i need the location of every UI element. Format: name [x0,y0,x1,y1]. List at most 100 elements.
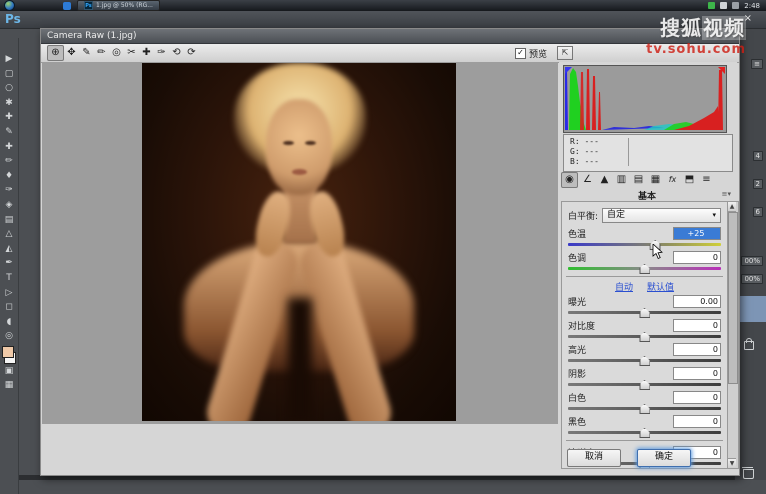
temperature-track[interactable] [568,243,721,246]
exposure-handle[interactable] [639,308,650,318]
dodge-tool-icon[interactable]: ◭ [2,242,16,257]
rotate-left-icon[interactable]: ⟲ [169,46,184,60]
histogram[interactable] [563,65,727,133]
eyedropper-tool-icon[interactable]: ✎ [2,125,16,140]
slider-label: 色温 [568,230,587,240]
slider-whites: 白色 0 [562,389,727,414]
shadow-clipping-indicator[interactable] [565,67,572,74]
fullscreen-toggle-button[interactable]: ⇱ [557,46,573,60]
lock-icon[interactable] [744,338,754,350]
white-balance-select[interactable]: 自定 ▾ [602,208,721,223]
start-button[interactable] [4,0,15,11]
camera-raw-toolbar: ⊕ ✥ ✎ ✏ ◎ ✂ ✚ ✑ ⟲ ⟳ ✓ 预览 ⇱ [41,44,739,63]
slider-exposure: 曝光 0.00 [562,293,727,318]
tab-split-toning[interactable]: ▤ [631,173,646,187]
canvas-area[interactable]: − + 55.6% ▼ [42,62,558,424]
screen-mode-icon[interactable]: ▦ [2,378,16,393]
taskbar-app-icon[interactable] [63,1,71,10]
preview-checkbox[interactable]: ✓ [514,47,526,59]
whites-handle[interactable] [639,404,650,414]
slider-label: 阴影 [568,370,587,380]
tint-handle[interactable] [639,264,650,274]
auto-link[interactable]: 自动 [615,280,633,293]
tab-effects[interactable]: fx [665,173,680,187]
white-balance-tool-icon[interactable]: ✎ [79,46,94,60]
shape-tool-icon[interactable]: ◻ [2,300,16,315]
spot-removal-tool-icon[interactable]: ✚ [139,46,154,60]
gradient-tool-icon[interactable]: ▤ [2,213,16,228]
hand-tool-icon[interactable]: ✥ [64,46,79,60]
shadows-handle[interactable] [639,380,650,390]
slider-label: 曝光 [568,298,587,308]
slider-shadows: 阴影 0 [562,365,727,390]
foreground-color-swatch[interactable] [2,345,14,358]
scroll-up-icon[interactable]: ▲ [728,202,736,212]
lasso-tool-icon[interactable]: ○ [2,81,16,96]
pen-tool-icon[interactable]: ✒ [2,256,16,271]
highlight-clipping-indicator[interactable] [718,67,725,74]
targeted-adjustment-tool-icon[interactable]: ◎ [109,46,124,60]
contrast-handle[interactable] [639,332,650,342]
marquee-tool-icon[interactable]: ▢ [2,67,16,82]
slider-contrast: 对比度 0 [562,317,727,342]
zoom-tool-icon[interactable]: ◎ [2,329,16,344]
crop-tool-icon[interactable]: ✚ [2,110,16,125]
tab-detail[interactable]: ▲ [597,173,612,187]
network-icon[interactable] [732,2,740,9]
exposure-value-field[interactable]: 0.00 [673,295,721,308]
healing-brush-tool-icon[interactable]: ✚ [2,140,16,155]
hand-tool-icon[interactable]: ◖ [2,315,16,330]
temperature-value-field[interactable]: +25 [673,227,721,240]
shadows-value-field[interactable]: 0 [673,367,721,380]
brush-tool-icon[interactable]: ✏ [2,154,16,169]
quick-mask-icon[interactable]: ▣ [2,364,16,379]
whites-value-field[interactable]: 0 [673,391,721,404]
basic-panel-body: 白平衡: 自定 ▾ 色温 +25 色调 0 自动 默认值 曝光 0.00 对比度… [561,201,728,469]
layers-fill-field[interactable]: 00% [741,274,763,284]
highlights-value-field[interactable]: 0 [673,343,721,356]
tray-app-icon[interactable] [708,2,716,9]
white-balance-label: 白平衡: [568,212,599,222]
rotate-right-icon[interactable]: ⟳ [184,46,199,60]
tab-lens-corrections[interactable]: ▦ [648,173,663,187]
ok-button[interactable]: 确定 [637,449,691,467]
contrast-value-field[interactable]: 0 [673,319,721,332]
cancel-button[interactable]: 取消 [567,449,621,467]
tab-presets[interactable]: ≡ [699,173,714,187]
color-sampler-tool-icon[interactable]: ✏ [94,46,109,60]
windows-taskbar: Ps 1.jpg @ 50% (RG... 2:48 [0,0,766,11]
tab-tone-curve[interactable]: ∠ [580,173,595,187]
panel-collapse-button[interactable]: ≡ [751,59,763,69]
type-tool-icon[interactable]: T [2,271,16,286]
tint-value-field[interactable]: 0 [673,251,721,264]
preview-label: 预览 [528,49,547,60]
highlights-handle[interactable] [639,356,650,366]
defaults-link[interactable]: 默认值 [647,280,674,293]
crop-tool-icon[interactable]: ✂ [124,46,139,60]
tab-camera-calibration[interactable]: ⬒ [682,173,697,187]
blur-tool-icon[interactable]: △ [2,227,16,242]
scrollbar-thumb[interactable] [728,212,738,384]
clone-stamp-tool-icon[interactable]: ♦ [2,169,16,184]
path-selection-tool-icon[interactable]: ▷ [2,286,16,301]
layers-opacity-field[interactable]: 00% [741,256,763,266]
history-brush-tool-icon[interactable]: ✑ [2,183,16,198]
photo-preview[interactable] [142,63,456,421]
taskbar-photoshop-tab[interactable]: Ps 1.jpg @ 50% (RG... [77,0,160,11]
quick-selection-tool-icon[interactable]: ✱ [2,96,16,111]
window-close-button[interactable]: × [744,13,752,24]
tab-basic[interactable]: ◉ [561,172,578,188]
volume-icon[interactable] [720,2,728,9]
blacks-value-field[interactable]: 0 [673,415,721,428]
panel-scrollbar[interactable]: ▲ ▼ [727,201,739,469]
adjustment-brush-tool-icon[interactable]: ✑ [154,46,169,60]
trash-icon[interactable] [742,467,754,479]
zoom-tool-icon[interactable]: ⊕ [47,45,64,61]
move-tool-icon[interactable]: ▶ [2,52,16,67]
color-swatches[interactable] [2,345,16,364]
tab-hsl[interactable]: ▥ [614,173,629,187]
dialog-title[interactable]: Camera Raw (1.jpg) [41,29,739,44]
eraser-tool-icon[interactable]: ◈ [2,198,16,213]
blacks-handle[interactable] [639,428,650,438]
panel-menu-icon[interactable]: ≡▾ [722,190,731,198]
